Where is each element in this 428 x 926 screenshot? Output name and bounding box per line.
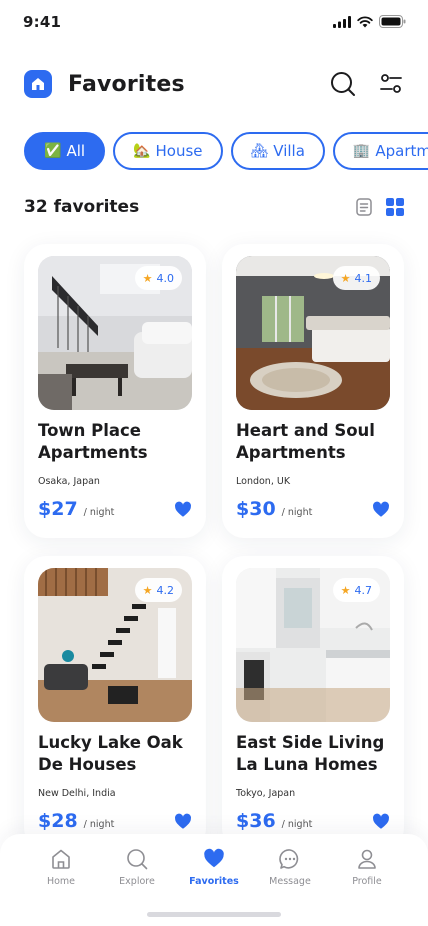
filter-chip-house[interactable]: 🏡 House <box>113 132 223 170</box>
home-icon <box>52 849 70 869</box>
rating-badge: ★ 4.0 <box>134 266 182 290</box>
view-toggles <box>356 198 404 216</box>
signal-icon <box>333 15 351 28</box>
checkmark-icon: ✅ <box>44 143 62 159</box>
home-indicator <box>147 912 281 917</box>
listing-card[interactable]: ★ 4.2 Lucky Lake Oak De Houses New Delhi… <box>24 556 206 850</box>
header-actions <box>330 71 404 97</box>
filter-chip-apartment[interactable]: 🏢 Apartm <box>332 132 428 170</box>
price-unit: / night <box>83 507 115 518</box>
rating-value: 4.0 <box>156 271 175 285</box>
price-amount: $27 <box>38 498 78 520</box>
listing-price: $27 / night <box>38 498 114 520</box>
nav-item-favorites[interactable]: Favorites <box>179 848 249 887</box>
listing-location: New Delhi, India <box>38 788 116 799</box>
house-logo-icon <box>32 78 44 90</box>
price-amount: $36 <box>236 810 276 832</box>
star-icon: ★ <box>340 271 351 285</box>
rating-value: 4.1 <box>354 271 373 285</box>
app-logo <box>24 70 52 98</box>
listing-title: Heart and Soul Apartments <box>236 421 375 462</box>
favorites-count: 32 favorites <box>24 197 140 217</box>
filter-chip-all[interactable]: ✅ All <box>24 132 106 170</box>
favorite-heart-icon[interactable] <box>174 813 192 831</box>
search-button[interactable] <box>330 71 356 97</box>
filter-button[interactable] <box>378 71 404 97</box>
heart-icon <box>204 848 224 868</box>
grid-view-icon[interactable] <box>386 198 404 216</box>
filter-chip-label: Villa <box>273 142 305 160</box>
villa-icon: 🏘 <box>250 143 269 159</box>
filter-chip-label: House <box>155 142 203 160</box>
price-unit: / night <box>281 819 313 830</box>
listing-photo: ★ 4.1 <box>236 256 390 410</box>
battery-icon <box>379 15 406 28</box>
listing-title: Town Place Apartments <box>38 421 148 462</box>
status-bar: 9:41 <box>0 0 428 44</box>
nav-item-explore[interactable]: Explore <box>102 848 172 887</box>
nav-item-profile[interactable]: Profile <box>332 848 402 887</box>
filter-chip-label: Apartm <box>375 142 428 160</box>
search-icon <box>127 849 148 870</box>
nav-label: Explore <box>119 876 155 887</box>
nav-label: Profile <box>352 876 382 887</box>
nav-item-home[interactable]: Home <box>26 848 96 887</box>
nav-item-message[interactable]: Message <box>255 848 325 887</box>
star-icon: ★ <box>142 583 153 597</box>
status-icons <box>333 15 406 28</box>
price-amount: $30 <box>236 498 276 520</box>
listing-card[interactable]: ★ 4.0 Town Place Apartments Osaka, Japan… <box>24 244 206 538</box>
listing-photo: ★ 4.2 <box>38 568 192 722</box>
listing-price: $30 / night <box>236 498 312 520</box>
rating-value: 4.7 <box>354 583 373 597</box>
category-filters: ✅ All 🏡 House 🏘 Villa 🏢 Apartm <box>24 132 428 170</box>
favorite-heart-icon[interactable] <box>372 501 390 519</box>
listing-card[interactable]: ★ 4.7 East Side Living La Luna Homes Tok… <box>222 556 404 850</box>
favorites-summary: 32 favorites <box>24 194 404 220</box>
listing-location: London, UK <box>236 476 291 487</box>
price-unit: / night <box>281 507 313 518</box>
star-icon: ★ <box>340 583 351 597</box>
building-icon: 🏢 <box>352 143 371 159</box>
rating-badge: ★ 4.1 <box>332 266 380 290</box>
listing-location: Tokyo, Japan <box>236 788 296 799</box>
listing-photo: ★ 4.7 <box>236 568 390 722</box>
star-icon: ★ <box>142 271 153 285</box>
header: Favorites <box>24 64 404 104</box>
listing-price: $28 / night <box>38 810 114 832</box>
page-title: Favorites <box>68 71 185 97</box>
listing-price: $36 / night <box>236 810 312 832</box>
listing-title: East Side Living La Luna Homes <box>236 733 385 774</box>
search-icon <box>331 72 355 96</box>
filter-chip-label: All <box>66 142 86 160</box>
rating-badge: ★ 4.7 <box>332 578 380 602</box>
listing-card[interactable]: ★ 4.1 Heart and Soul Apartments London, … <box>222 244 404 538</box>
price-amount: $28 <box>38 810 78 832</box>
status-time: 9:41 <box>23 13 62 31</box>
wifi-icon <box>357 15 373 27</box>
list-view-icon[interactable] <box>356 198 372 216</box>
nav-label: Home <box>46 876 76 887</box>
profile-icon <box>358 849 376 869</box>
favorite-heart-icon[interactable] <box>372 813 390 831</box>
listing-photo: ★ 4.0 <box>38 256 192 410</box>
sliders-icon <box>380 74 402 93</box>
nav-label: Message <box>269 876 311 887</box>
filter-chip-villa[interactable]: 🏘 Villa <box>230 132 325 170</box>
listing-location: Osaka, Japan <box>38 476 100 487</box>
listing-title: Lucky Lake Oak De Houses <box>38 733 183 774</box>
house-icon: 🏡 <box>133 143 151 159</box>
nav-label: Favorites <box>189 876 239 887</box>
chat-icon <box>279 849 299 869</box>
favorite-heart-icon[interactable] <box>174 501 192 519</box>
rating-value: 4.2 <box>156 583 175 597</box>
rating-badge: ★ 4.2 <box>134 578 182 602</box>
price-unit: / night <box>83 819 115 830</box>
